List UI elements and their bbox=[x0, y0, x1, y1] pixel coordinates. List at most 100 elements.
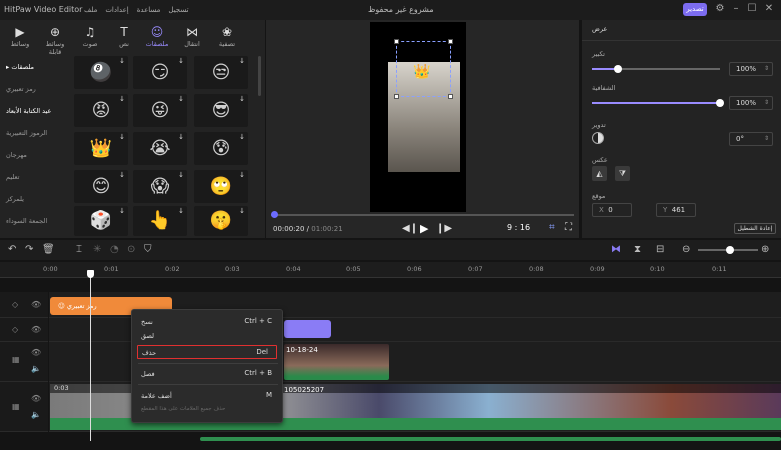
x-position-field[interactable]: X 0 bbox=[592, 203, 632, 217]
category-item[interactable]: ▸ ملصقات bbox=[0, 56, 62, 78]
category-item[interactable]: تعليم bbox=[0, 166, 62, 188]
zoom-in-icon[interactable]: ⊕ bbox=[761, 244, 769, 255]
rotate-value[interactable]: 0° ⇕ bbox=[729, 132, 773, 146]
speed-icon[interactable]: ◔ bbox=[110, 244, 119, 255]
download-icon[interactable]: ↓ bbox=[119, 95, 125, 103]
link-icon[interactable]: ⧗ bbox=[634, 244, 641, 255]
menu-item-settings[interactable]: إعدادات bbox=[105, 6, 128, 14]
rotate-dial[interactable] bbox=[592, 132, 604, 144]
fit-icon[interactable]: ⊟ bbox=[656, 244, 664, 255]
sticker-item[interactable]: 🙄 ↓ bbox=[194, 170, 248, 203]
menu-item-add-marker[interactable]: أضف علامة M bbox=[132, 389, 282, 403]
sticker-item[interactable]: 🎲 ↓ bbox=[74, 206, 128, 236]
sticker-item[interactable]: 😒 ↓ bbox=[194, 56, 248, 89]
playhead-handle[interactable] bbox=[87, 270, 94, 278]
sticker-item[interactable]: 😎 ↓ bbox=[194, 94, 248, 127]
lock-icon[interactable]: ◇ bbox=[12, 300, 18, 309]
sticker-item[interactable]: 😡 ↓ bbox=[74, 94, 128, 127]
overlay-clip[interactable] bbox=[284, 320, 331, 338]
y-position-field[interactable]: Y 461 bbox=[656, 203, 696, 217]
fullscreen-icon[interactable]: ⛶ bbox=[565, 222, 572, 233]
undo-icon[interactable]: ↶ bbox=[8, 244, 16, 255]
sticker-item[interactable]: 🤫 ↓ bbox=[194, 206, 248, 236]
crop-icon[interactable]: ⊙ bbox=[127, 244, 135, 255]
timeline-scrollbar[interactable] bbox=[200, 437, 781, 441]
sticker-item[interactable]: 😊 ↓ bbox=[74, 170, 128, 203]
download-icon[interactable]: ↓ bbox=[119, 171, 125, 179]
flip-vertical-icon[interactable]: ⧩ bbox=[615, 166, 630, 181]
settings-icon[interactable]: ⚙ bbox=[714, 3, 726, 15]
zoom-slider[interactable] bbox=[698, 246, 758, 254]
zoom-knob[interactable] bbox=[726, 246, 734, 254]
crop-icon[interactable]: ⌗ bbox=[549, 222, 555, 233]
lock-icon[interactable]: ◇ bbox=[12, 325, 18, 334]
close-icon[interactable]: ✕ bbox=[763, 3, 775, 15]
film-icon[interactable]: ▦ bbox=[12, 402, 20, 411]
tab-media[interactable]: ▶ وسائط bbox=[5, 24, 35, 48]
resize-handle[interactable] bbox=[448, 39, 453, 44]
maximize-icon[interactable]: ☐ bbox=[746, 3, 758, 15]
export-button[interactable]: تصدير bbox=[683, 3, 707, 16]
volume-icon[interactable]: 🔈 bbox=[31, 364, 41, 373]
opacity-value[interactable]: 100% ⇕ bbox=[729, 96, 773, 110]
resize-handle[interactable] bbox=[448, 94, 453, 99]
menu-item-delete-markers[interactable]: حذف جميع العلامات على هذا المقطع bbox=[132, 403, 282, 417]
next-frame-icon[interactable]: ❙▶ bbox=[436, 223, 452, 234]
sticker-item[interactable]: 😱 ↓ bbox=[133, 170, 187, 203]
timeline-ruler[interactable]: 0:00 0:01 0:02 0:03 0:04 0:05 0:06 0:07 … bbox=[0, 262, 781, 278]
download-icon[interactable]: ↓ bbox=[239, 95, 245, 103]
download-icon[interactable]: ↓ bbox=[119, 207, 125, 215]
play-icon[interactable]: ▶ bbox=[420, 222, 428, 235]
opacity-slider[interactable] bbox=[592, 99, 724, 107]
flip-horizontal-icon[interactable]: ◭ bbox=[592, 166, 607, 181]
download-icon[interactable]: ↓ bbox=[239, 207, 245, 215]
sticker-item[interactable]: 👑 ↓ bbox=[74, 132, 128, 165]
slider-knob[interactable] bbox=[716, 99, 724, 107]
category-item[interactable]: عيد الكتابة الأبعاد bbox=[0, 100, 62, 122]
download-icon[interactable]: ↓ bbox=[178, 133, 184, 141]
scale-value[interactable]: 100% ⇕ bbox=[729, 62, 773, 76]
zoom-out-icon[interactable]: ⊖ bbox=[682, 244, 690, 255]
sticker-item[interactable]: 👆 ↓ bbox=[133, 206, 187, 236]
stepper-icon[interactable]: ⇕ bbox=[764, 63, 769, 75]
sticker-item[interactable]: 😰 ↓ bbox=[194, 132, 248, 165]
minimize-icon[interactable]: – bbox=[730, 3, 742, 15]
eye-icon[interactable]: 👁 bbox=[31, 348, 41, 357]
delete-icon[interactable]: 🗑 bbox=[42, 244, 55, 255]
scale-slider[interactable] bbox=[592, 65, 720, 73]
menu-item-copy[interactable]: نسخ Ctrl + C bbox=[132, 315, 282, 329]
volume-icon[interactable]: 🔈 bbox=[31, 410, 41, 419]
download-icon[interactable]: ↓ bbox=[178, 57, 184, 65]
tab-transitions[interactable]: ⋈ انتقال bbox=[177, 24, 207, 48]
download-icon[interactable]: ↓ bbox=[178, 207, 184, 215]
stepper-icon[interactable]: ⇕ bbox=[764, 97, 769, 109]
download-icon[interactable]: ↓ bbox=[239, 133, 245, 141]
preview-canvas[interactable]: 👑 bbox=[370, 22, 466, 212]
category-item[interactable]: مهرجان bbox=[0, 144, 62, 166]
download-icon[interactable]: ↓ bbox=[239, 171, 245, 179]
eye-icon[interactable]: 👁 bbox=[31, 325, 41, 334]
tab-audio[interactable]: ♫ صوت bbox=[75, 24, 105, 48]
download-icon[interactable]: ↓ bbox=[119, 133, 125, 141]
tab-text[interactable]: T نص bbox=[109, 24, 139, 48]
menu-item-help[interactable]: مساعدة bbox=[137, 6, 161, 14]
progress-knob[interactable] bbox=[271, 211, 278, 218]
scrollbar[interactable] bbox=[258, 56, 261, 96]
download-icon[interactable]: ↓ bbox=[119, 57, 125, 65]
film-icon[interactable]: ▦ bbox=[12, 355, 20, 364]
stepper-icon[interactable]: ⇕ bbox=[764, 133, 769, 145]
eye-icon[interactable]: 👁 bbox=[31, 394, 41, 403]
sticker-item[interactable]: 😭 ↓ bbox=[133, 132, 187, 165]
slider-knob[interactable] bbox=[613, 65, 622, 73]
snap-icon[interactable]: ⧓ bbox=[611, 244, 621, 255]
tab-stickers[interactable]: ☺ ملصقات bbox=[142, 24, 172, 48]
download-icon[interactable]: ↓ bbox=[178, 171, 184, 179]
resize-handle[interactable] bbox=[394, 39, 399, 44]
download-icon[interactable]: ↓ bbox=[239, 57, 245, 65]
menu-item-split[interactable]: فصل Ctrl + B bbox=[132, 367, 282, 381]
menu-item-register[interactable]: تسجيل bbox=[168, 6, 188, 14]
video-clip[interactable]: 10-18-24 bbox=[284, 344, 389, 380]
download-icon[interactable]: ↓ bbox=[178, 95, 184, 103]
freeze-icon[interactable]: ✳ bbox=[93, 244, 101, 255]
menu-item-delete[interactable]: حذف Del bbox=[137, 345, 277, 359]
